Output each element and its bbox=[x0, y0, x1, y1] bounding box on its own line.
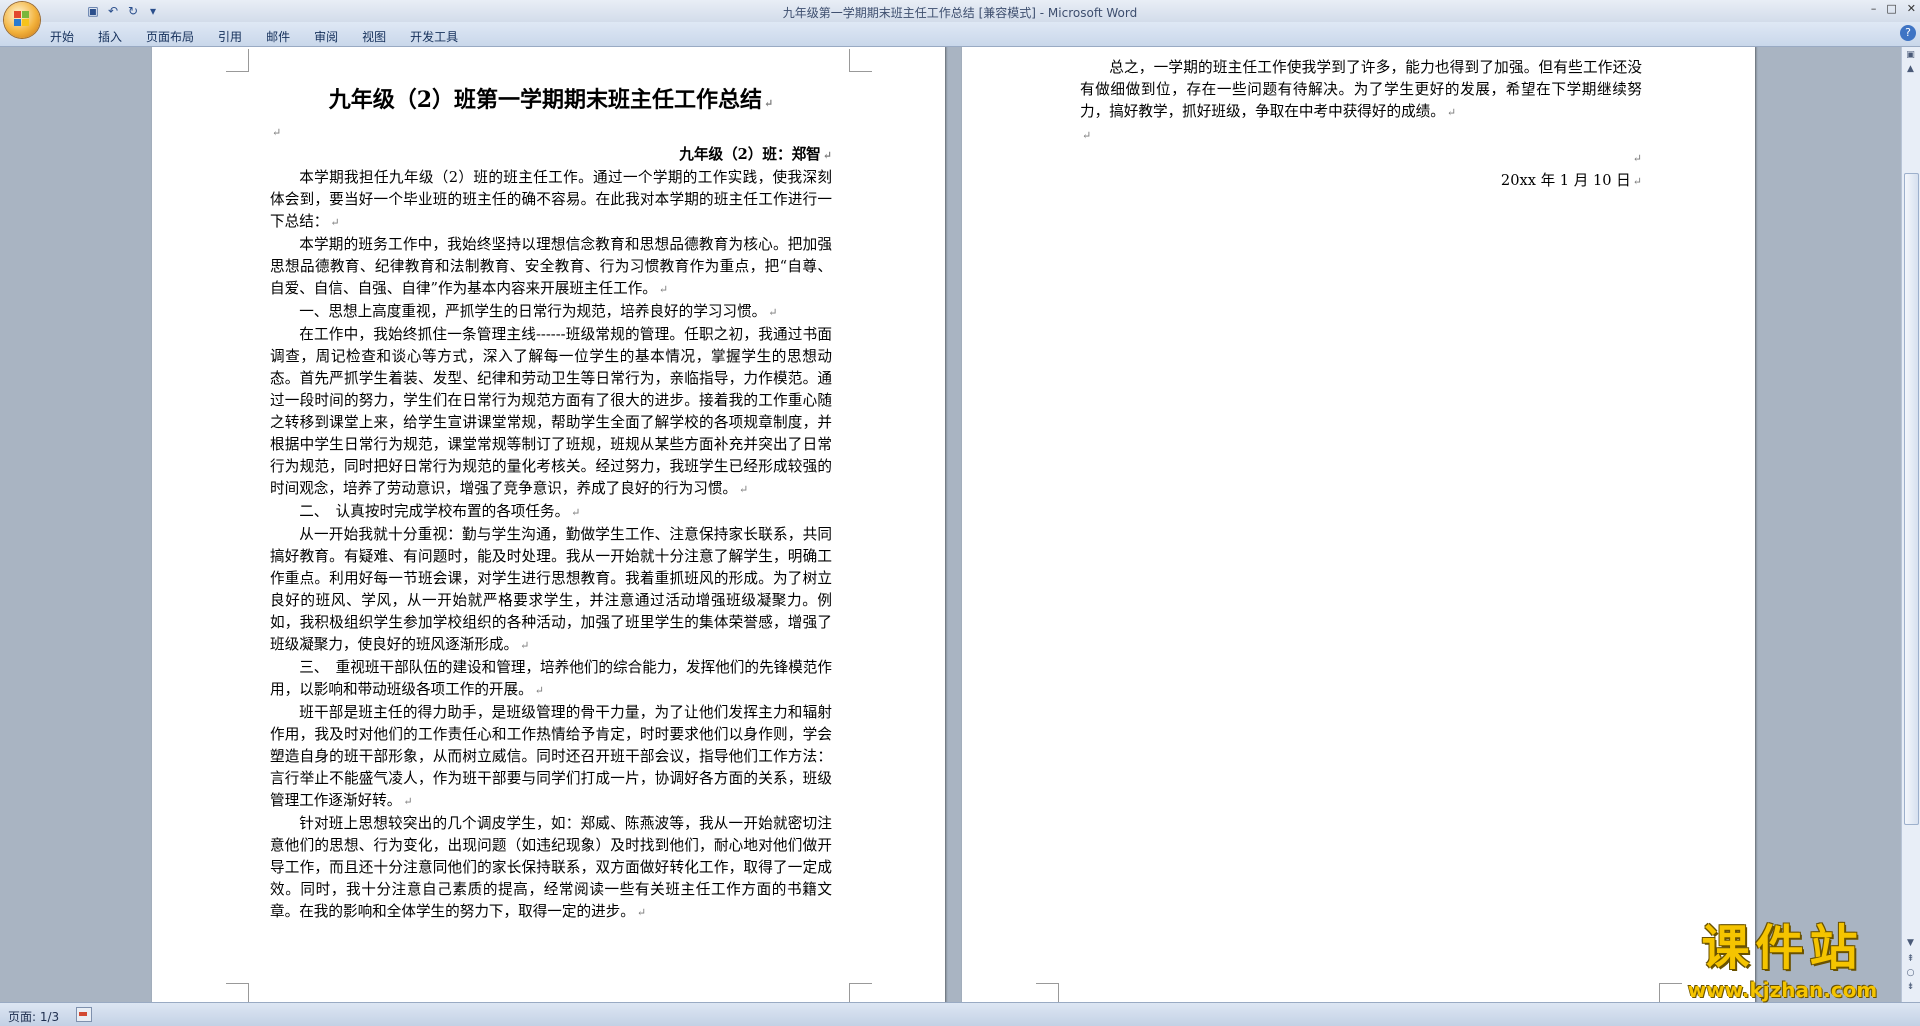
tab-home[interactable]: 开始 bbox=[50, 26, 74, 47]
tab-mailings[interactable]: 邮件 bbox=[266, 26, 290, 47]
status-bar: 页面: 1/3 bbox=[0, 1002, 1920, 1026]
crop-mark bbox=[849, 49, 872, 72]
section-heading: 三、 重视班干部队伍的建设和管理，培养他们的综合能力，发挥他们的先锋模范作用，以… bbox=[270, 659, 832, 698]
document-page-2[interactable]: 总之，一学期的班主任工作使我学到了许多，能力也得到了加强。但有些工作还没有做细做… bbox=[962, 47, 1755, 1002]
ribbon-tabs: 开始 插入 页面布局 引用 邮件 审阅 视图 开发工具 bbox=[50, 26, 482, 47]
office-logo-icon bbox=[14, 11, 30, 27]
tab-page-layout[interactable]: 页面布局 bbox=[146, 26, 194, 47]
minimize-icon[interactable]: – bbox=[1871, 2, 1877, 15]
macro-recording-icon[interactable] bbox=[76, 1007, 92, 1022]
scroll-down-icon[interactable]: ▼ bbox=[1904, 937, 1917, 950]
office-button[interactable] bbox=[4, 2, 40, 38]
tab-view[interactable]: 视图 bbox=[362, 26, 386, 47]
paragraph: 在工作中，我始终抓住一条管理主线------班级常规的管理。任职之初，我通过书面… bbox=[270, 326, 832, 497]
paragraph: 针对班上思想较突出的几个调皮学生，如：郑威、陈燕波等，我从一开始就密切注意他们的… bbox=[270, 815, 832, 920]
paragraph: 从一开始我就十分重视：勤与学生沟通，勤做学生工作、注意保持家长联系，共同搞好教育… bbox=[270, 526, 832, 653]
empty-paragraph: ↵ bbox=[272, 126, 282, 139]
tab-developer[interactable]: 开发工具 bbox=[410, 26, 458, 47]
page-2-text[interactable]: 总之，一学期的班主任工作使我学到了许多，能力也得到了加强。但有些工作还没有做细做… bbox=[1080, 57, 1642, 193]
document-page-1[interactable]: 九年级（2）班第一学期期末班主任工作总结 ↵ ↵ 九年级（2）班：郑智 ↵ 本学期我… bbox=[152, 47, 945, 1002]
author-line: 九年级（2）班：郑智 ↵ bbox=[679, 146, 832, 163]
previous-page-icon[interactable]: ⇞ bbox=[1904, 953, 1917, 966]
page-number-status[interactable]: 页面: 1/3 bbox=[8, 1008, 59, 1025]
section-heading: 一、思想上高度重视，严抓学生的日常行为规范，培养良好的学习习惯。 ↵ bbox=[299, 303, 778, 320]
select-browse-object-icon[interactable]: ○ bbox=[1904, 967, 1917, 980]
paragraph: 总之，一学期的班主任工作使我学到了许多，能力也得到了加强。但有些工作还没有做细做… bbox=[1080, 59, 1642, 120]
tab-references[interactable]: 引用 bbox=[218, 26, 242, 47]
paragraph: 本学期的班务工作中，我始终坚持以理想信念教育和思想品德教育为核心。把加强思想品德… bbox=[270, 236, 832, 297]
vertical-scrollbar[interactable]: ▣ ▲ ▼ ⇞ ○ ⇟ bbox=[1901, 47, 1920, 1002]
window-controls: – □ ✕ bbox=[1871, 2, 1916, 15]
document-title: 九年级（2）班第一学期期末班主任工作总结 ↵ bbox=[328, 87, 774, 113]
scrollbar-thumb[interactable] bbox=[1904, 173, 1919, 825]
ribbon: 开始 插入 页面布局 引用 邮件 审阅 视图 开发工具 ? bbox=[0, 22, 1920, 47]
crop-mark bbox=[1036, 983, 1059, 1002]
next-page-icon[interactable]: ⇟ bbox=[1904, 981, 1917, 994]
scroll-up-icon[interactable]: ▲ bbox=[1904, 63, 1917, 76]
crop-mark bbox=[226, 983, 249, 1002]
empty-paragraph: ↵ bbox=[1632, 152, 1642, 165]
date-line: 20xx 年 1 月 10 日 ↵ bbox=[1500, 172, 1642, 189]
title-bar: ▣ ↶ ↻ ▾ 九年级第一学期期末班主任工作总结 [兼容模式] - Micros… bbox=[0, 0, 1920, 23]
empty-paragraph: ↵ bbox=[1082, 129, 1092, 142]
window-title: 九年级第一学期期末班主任工作总结 [兼容模式] - Microsoft Word bbox=[782, 6, 1138, 20]
crop-mark bbox=[226, 49, 249, 72]
paragraph: 本学期我担任九年级（2）班的班主任工作。通过一个学期的工作实践，使我深刻体会到，… bbox=[270, 169, 832, 230]
document-area[interactable]: 九年级（2）班第一学期期末班主任工作总结 ↵ ↵ 九年级（2）班：郑智 ↵ 本学期我… bbox=[0, 47, 1902, 1002]
section-heading: 二、 认真按时完成学校布置的各项任务。 ↵ bbox=[299, 503, 581, 520]
crop-mark bbox=[1659, 983, 1682, 1002]
tab-review[interactable]: 审阅 bbox=[314, 26, 338, 47]
paragraph: 班干部是班主任的得力助手，是班级管理的骨干力量，为了让他们发挥主力和辐射作用，我… bbox=[270, 704, 832, 809]
page-1-text[interactable]: 九年级（2）班第一学期期末班主任工作总结 ↵ ↵ 九年级（2）班：郑智 ↵ 本学期我… bbox=[270, 83, 832, 924]
help-icon[interactable]: ? bbox=[1900, 25, 1916, 41]
crop-mark bbox=[849, 983, 872, 1002]
close-icon[interactable]: ✕ bbox=[1907, 2, 1916, 15]
ruler-toggle-icon[interactable]: ▣ bbox=[1904, 49, 1917, 62]
tab-insert[interactable]: 插入 bbox=[98, 26, 122, 47]
maximize-icon[interactable]: □ bbox=[1886, 2, 1896, 15]
